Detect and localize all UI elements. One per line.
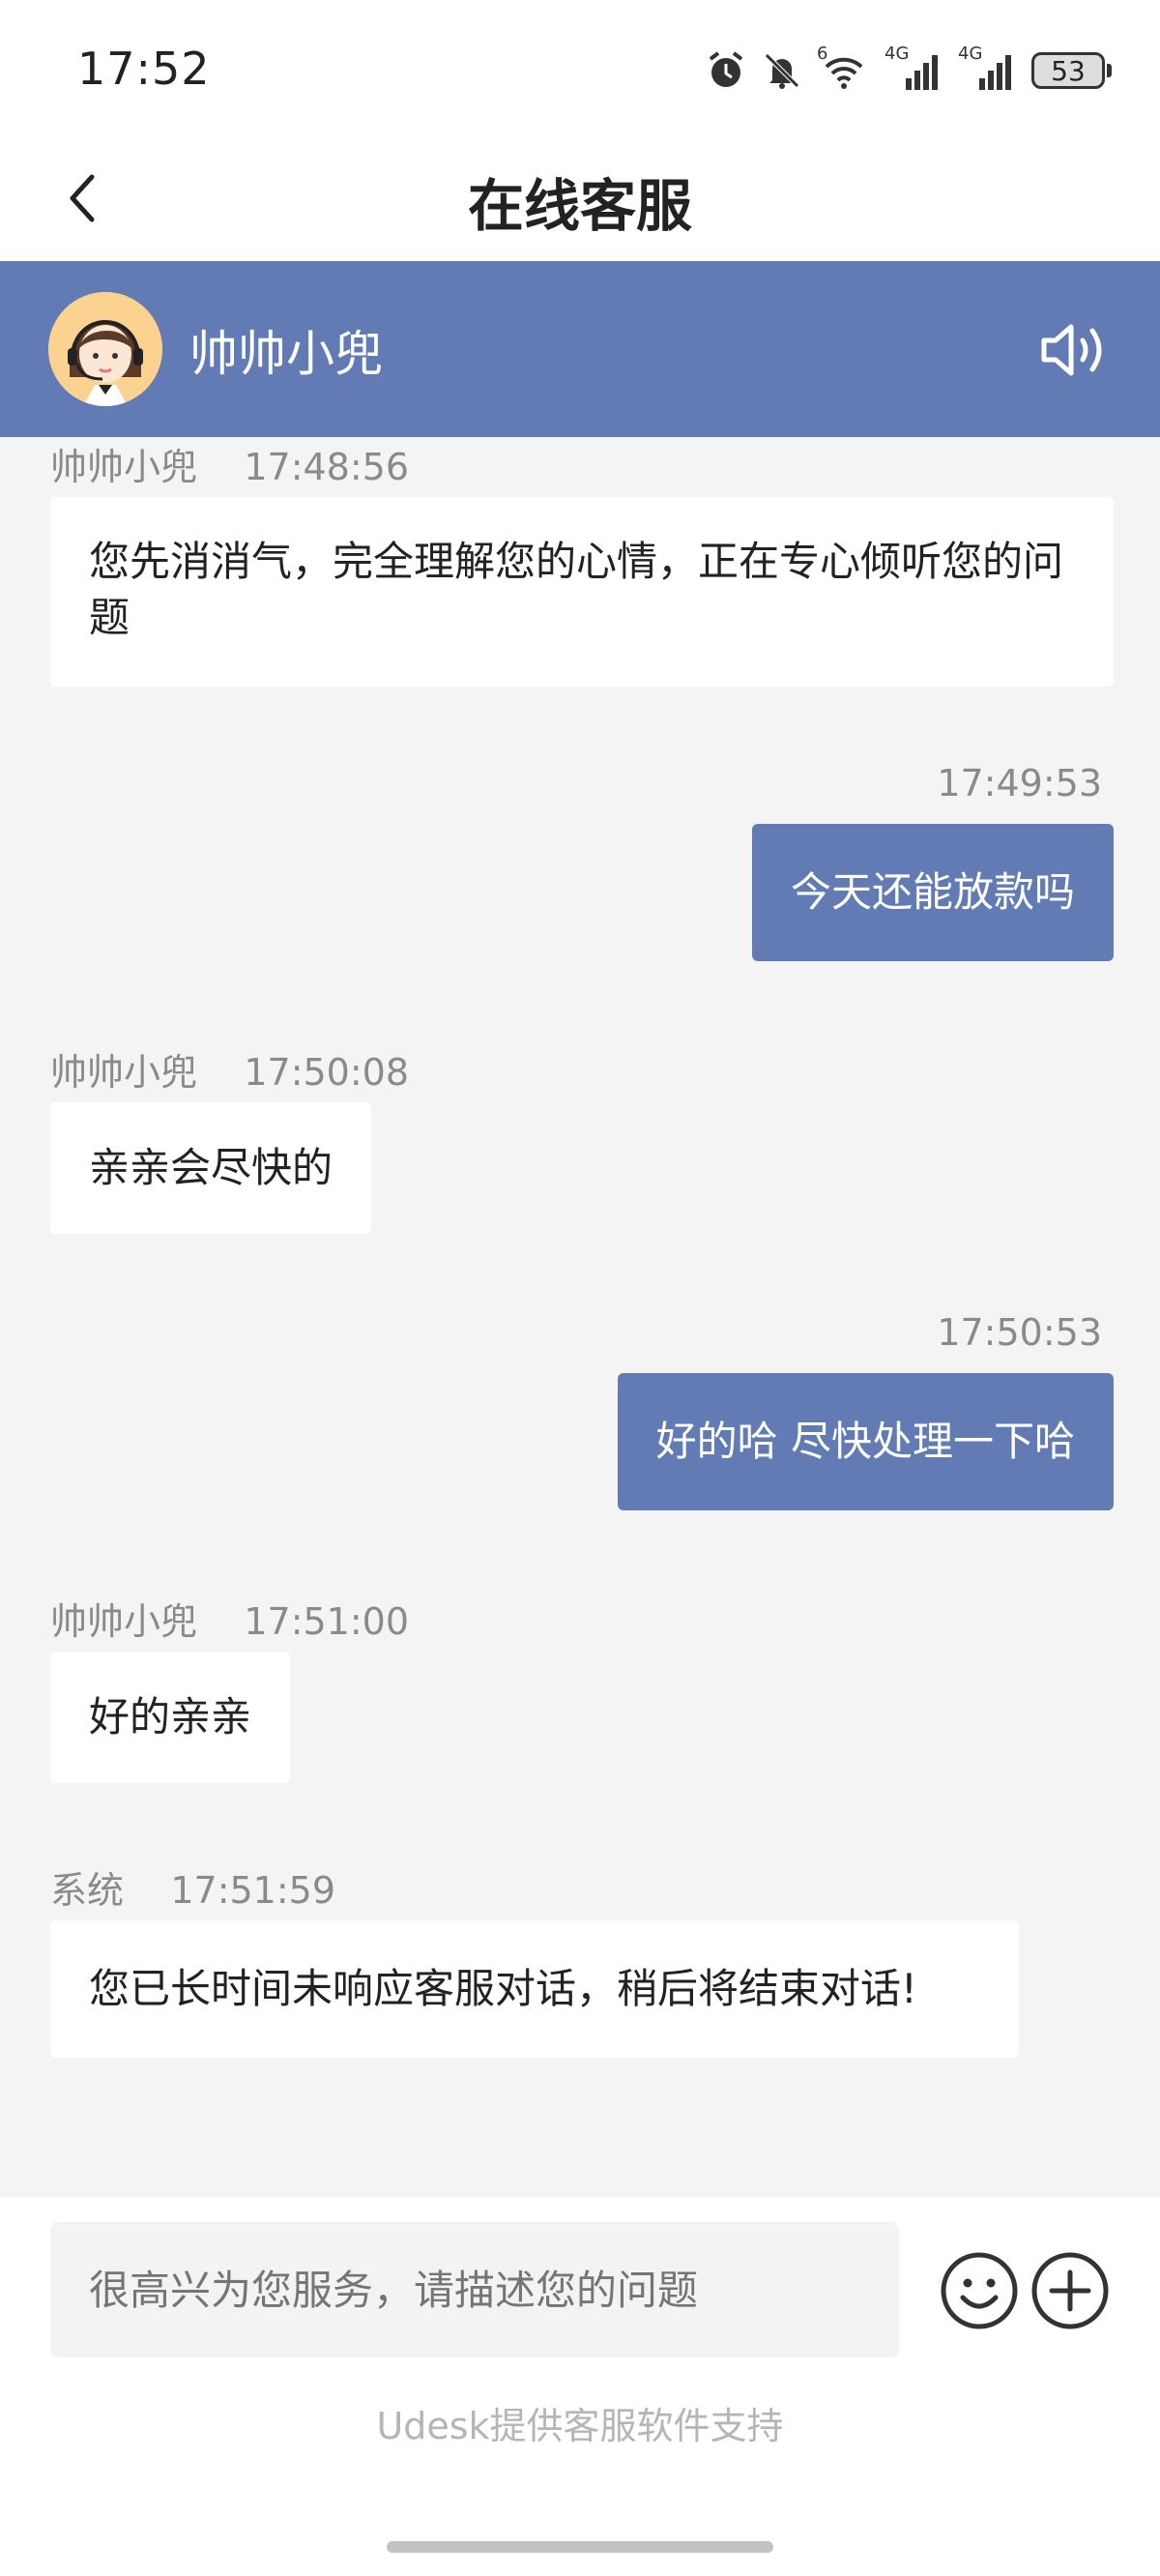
status-icons: 6 4G 4G 53 — [705, 44, 1112, 95]
signal-icon-2: 4G — [958, 44, 1018, 92]
sender-name: 帅帅小兜 — [50, 1600, 198, 1643]
message-meta: 帅帅小兜 17:48:56 — [50, 437, 409, 490]
network-label-2: 4G — [958, 44, 983, 64]
message-bubble-outgoing[interactable]: 今天还能放款吗 — [751, 824, 1114, 961]
page-title: 在线客服 — [467, 173, 692, 239]
battery-icon: 53 — [1031, 52, 1112, 89]
agent-header: 帅帅小兜 — [0, 261, 1160, 437]
input-area: Udesk提供客服软件支持 — [0, 2197, 1160, 2576]
emoji-button[interactable] — [940, 2251, 1019, 2330]
more-button[interactable] — [1030, 2251, 1110, 2330]
message-text: 好的哈 尽快处理一下哈 — [655, 1418, 1075, 1465]
message-text: 题 — [89, 594, 130, 641]
home-indicator[interactable] — [387, 2541, 773, 2553]
message-bubble-incoming[interactable]: 您先消消气，完全理解您的心情，正在专心倾听您的问 题 — [50, 497, 1114, 687]
signal-icon-1: 4G — [884, 44, 944, 92]
network-label-1: 4G — [884, 44, 910, 64]
message-time: 17:49:53 — [937, 762, 1102, 805]
message-time: 17:48:56 — [244, 446, 410, 488]
message-meta: 系统 17:51:59 — [50, 1860, 335, 1914]
message-bubble-incoming[interactable]: 好的亲亲 — [50, 1652, 291, 1783]
nav-bar: 在线客服 — [0, 135, 1160, 261]
speaker-icon — [1041, 324, 1102, 376]
speaker-button[interactable] — [1038, 319, 1112, 381]
mute-bell-icon — [765, 53, 799, 89]
message-text: 亲亲会尽快的 — [89, 1144, 334, 1191]
message-time: 17:51:59 — [170, 1869, 336, 1912]
status-time: 17:52 — [77, 43, 211, 95]
message-input[interactable] — [50, 2222, 899, 2357]
battery-level: 53 — [1031, 52, 1105, 89]
chat-area[interactable]: 帅帅小兜 17:48:56 您先消消气，完全理解您的心情，正在专心倾听您的问 题… — [0, 437, 1160, 2197]
message-text: 今天还能放款吗 — [790, 868, 1075, 916]
emoji-icon — [941, 2252, 1018, 2329]
powered-by-text: Udesk提供客服软件支持 — [376, 2405, 784, 2447]
agent-avatar — [48, 292, 162, 406]
message-text: 您先消消气，完全理解您的心情，正在专心倾听您的问 — [89, 538, 1064, 585]
message-meta: 帅帅小兜 17:50:08 — [50, 1042, 409, 1096]
status-bar: 17:52 6 4G 4G 53 — [0, 0, 1160, 135]
wifi-label: 6 — [817, 44, 828, 64]
message-meta: 帅帅小兜 17:51:00 — [50, 1592, 409, 1645]
sender-name: 系统 — [50, 1869, 125, 1912]
alarm-icon — [709, 51, 743, 87]
message-time: 17:51:00 — [244, 1600, 410, 1643]
system-message-bubble[interactable]: 您已长时间未响应客服对话，稍后将结束对话! — [50, 1920, 1019, 2058]
sender-name: 帅帅小兜 — [50, 446, 198, 488]
wifi-icon: 6 — [817, 44, 871, 92]
message-text: 您已长时间未响应客服对话，稍后将结束对话! — [89, 1965, 917, 2012]
plus-icon — [1031, 2252, 1109, 2329]
sender-name: 帅帅小兜 — [50, 1051, 198, 1094]
message-time: 17:50:53 — [937, 1311, 1102, 1354]
message-time: 17:50:08 — [244, 1051, 410, 1094]
agent-name: 帅帅小兜 — [189, 326, 383, 382]
message-bubble-incoming[interactable]: 亲亲会尽快的 — [50, 1102, 372, 1234]
message-bubble-outgoing[interactable]: 好的哈 尽快处理一下哈 — [617, 1373, 1114, 1510]
message-text: 好的亲亲 — [89, 1693, 252, 1741]
